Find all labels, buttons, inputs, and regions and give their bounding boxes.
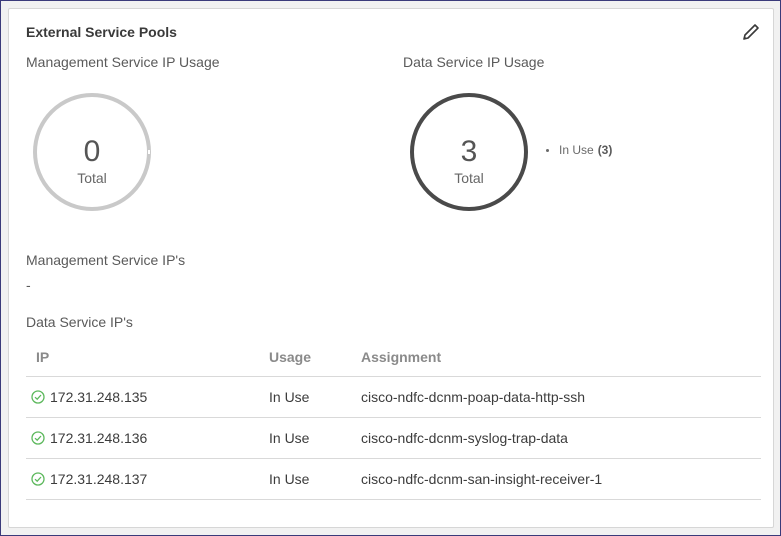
data-ips-table: IP Usage Assignment 172.31.248.135 In Us…	[26, 338, 761, 500]
data-ips-label: Data Service IP's	[26, 314, 133, 330]
management-ips-label: Management Service IP's	[26, 252, 186, 268]
data-usage-legend: In Use (3)	[546, 143, 612, 157]
external-service-pools-card: External Service Pools Management Servic…	[8, 8, 774, 528]
table-header-row: IP Usage Assignment	[26, 338, 761, 377]
management-usage-label: Management Service IP Usage	[26, 54, 220, 70]
column-header-usage[interactable]: Usage	[269, 338, 361, 377]
edit-button[interactable]	[741, 22, 761, 42]
ip-cell: 172.31.248.135	[26, 376, 269, 418]
table-row: 172.31.248.136 In Use cisco-ndfc-dcnm-sy…	[26, 417, 761, 459]
assignment-cell: cisco-ndfc-dcnm-syslog-trap-data	[361, 417, 761, 459]
check-circle-icon	[31, 390, 45, 404]
check-circle-icon	[31, 472, 45, 486]
ip-value: 172.31.248.137	[50, 471, 148, 487]
pencil-icon	[743, 24, 759, 40]
data-usage-total-value: 3	[461, 135, 478, 168]
assignment-cell: cisco-ndfc-dcnm-poap-data-http-ssh	[361, 376, 761, 418]
window-frame: External Service Pools Management Servic…	[0, 0, 781, 536]
management-usage-total-value: 0	[84, 135, 101, 168]
ip-cell: 172.31.248.136	[26, 417, 269, 459]
assignment-cell: cisco-ndfc-dcnm-san-insight-receiver-1	[361, 458, 761, 500]
legend-count: (3)	[597, 143, 613, 157]
card-title: External Service Pools	[26, 24, 177, 40]
usage-cell: In Use	[269, 458, 361, 500]
legend-label: In Use	[559, 143, 594, 157]
usage-cell: In Use	[269, 376, 361, 418]
data-usage-total-label: Total	[454, 170, 484, 186]
legend-dot-icon	[546, 148, 549, 152]
management-ips-value: -	[26, 277, 31, 293]
data-usage-donut: 3 Total	[410, 93, 528, 211]
table-row: 172.31.248.137 In Use cisco-ndfc-dcnm-sa…	[26, 458, 761, 500]
ip-cell: 172.31.248.137	[26, 458, 269, 500]
check-circle-icon	[31, 431, 45, 445]
column-header-assignment[interactable]: Assignment	[361, 338, 761, 377]
management-usage-donut: 0 Total	[33, 93, 151, 211]
ip-value: 172.31.248.136	[50, 430, 148, 446]
ip-value: 172.31.248.135	[50, 389, 148, 405]
usage-cell: In Use	[269, 417, 361, 459]
data-usage-label: Data Service IP Usage	[403, 54, 545, 70]
table-row: 172.31.248.135 In Use cisco-ndfc-dcnm-po…	[26, 376, 761, 418]
management-usage-total-label: Total	[77, 170, 107, 186]
column-header-ip[interactable]: IP	[26, 338, 269, 377]
